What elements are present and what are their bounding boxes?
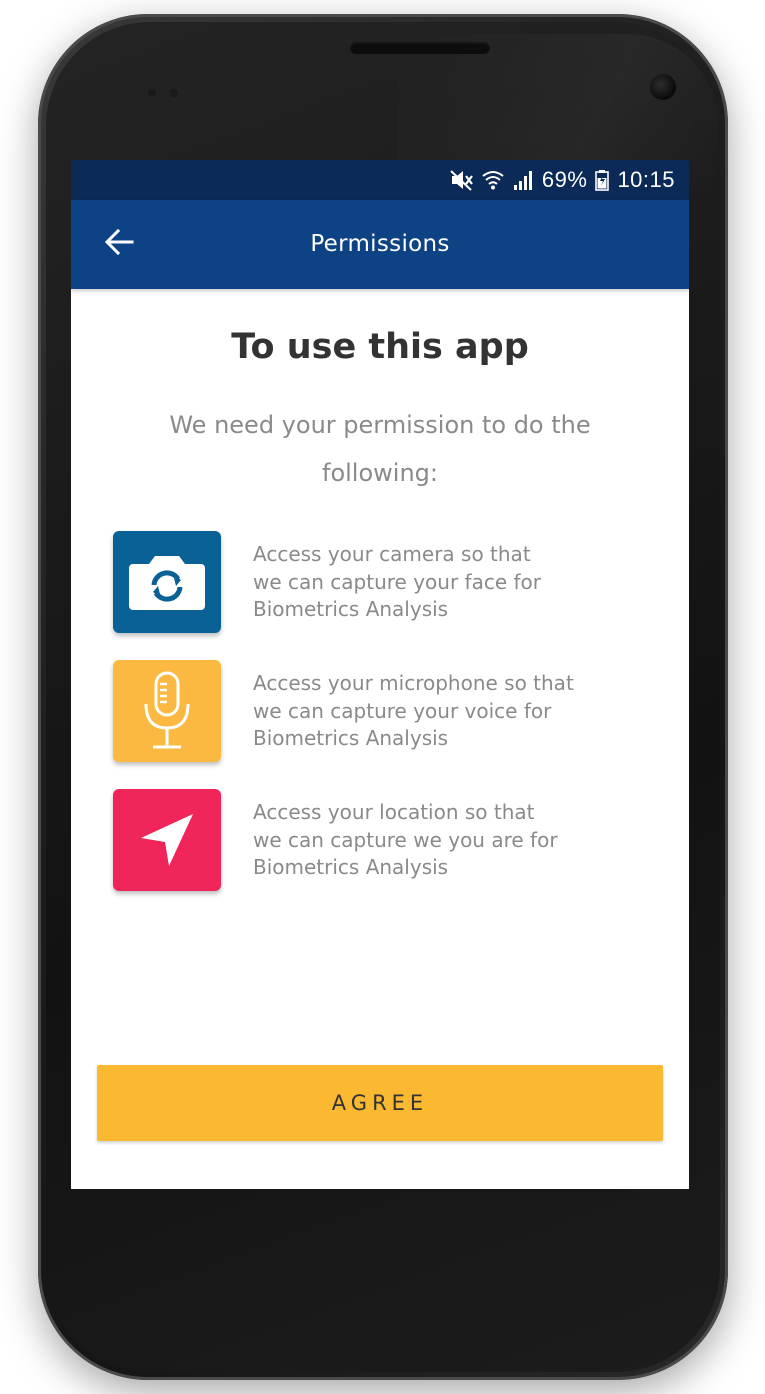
app-screen: 69% 10:15 Permissions To use this app We… — [71, 160, 689, 1189]
permission-line: we can capture your voice for — [253, 698, 552, 723]
earpiece-speaker — [350, 42, 490, 54]
camera-icon — [113, 531, 221, 633]
permission-line: Access your camera so that — [253, 542, 531, 566]
permission-line: Access your microphone so that — [253, 671, 574, 695]
permission-item-camera: Access your camera so that we can captur… — [113, 531, 653, 635]
permission-line: Biometrics Analysis — [253, 855, 449, 879]
signal-icon — [512, 169, 534, 191]
microphone-icon — [113, 660, 221, 762]
mute-icon — [450, 169, 474, 191]
app-bar: Permissions — [71, 200, 689, 289]
permission-description: Access your microphone so that we can ca… — [253, 670, 653, 753]
permission-line: Access your location so that — [253, 800, 535, 824]
permission-line: Biometrics Analysis — [253, 726, 449, 750]
status-bar: 69% 10:15 — [71, 160, 689, 200]
proximity-sensors — [148, 84, 198, 97]
permission-item-microphone: Access your microphone so that we can ca… — [113, 660, 653, 764]
front-camera — [650, 74, 676, 100]
permission-description: Access your location so that we can capt… — [253, 799, 653, 882]
battery-icon — [595, 169, 610, 191]
page-title: Permissions — [310, 231, 450, 257]
agree-button[interactable]: AGREE — [97, 1065, 663, 1141]
location-arrow-icon — [113, 789, 221, 891]
clock-time: 10:15 — [617, 167, 675, 192]
permission-line: we can capture we you are for — [253, 827, 558, 852]
permission-description: Access your camera so that we can captur… — [253, 541, 653, 624]
permission-item-location: Access your location so that we can capt… — [113, 789, 653, 893]
battery-percentage: 69% — [541, 167, 588, 192]
permission-line: Biometrics Analysis — [253, 597, 449, 621]
subheading: We need your permission to do the follow… — [169, 411, 591, 487]
wifi-icon — [482, 169, 504, 191]
permission-line: we can capture your face for — [253, 569, 541, 594]
status-icons: 69% 10:15 — [450, 160, 675, 200]
heading: To use this app — [231, 327, 529, 367]
